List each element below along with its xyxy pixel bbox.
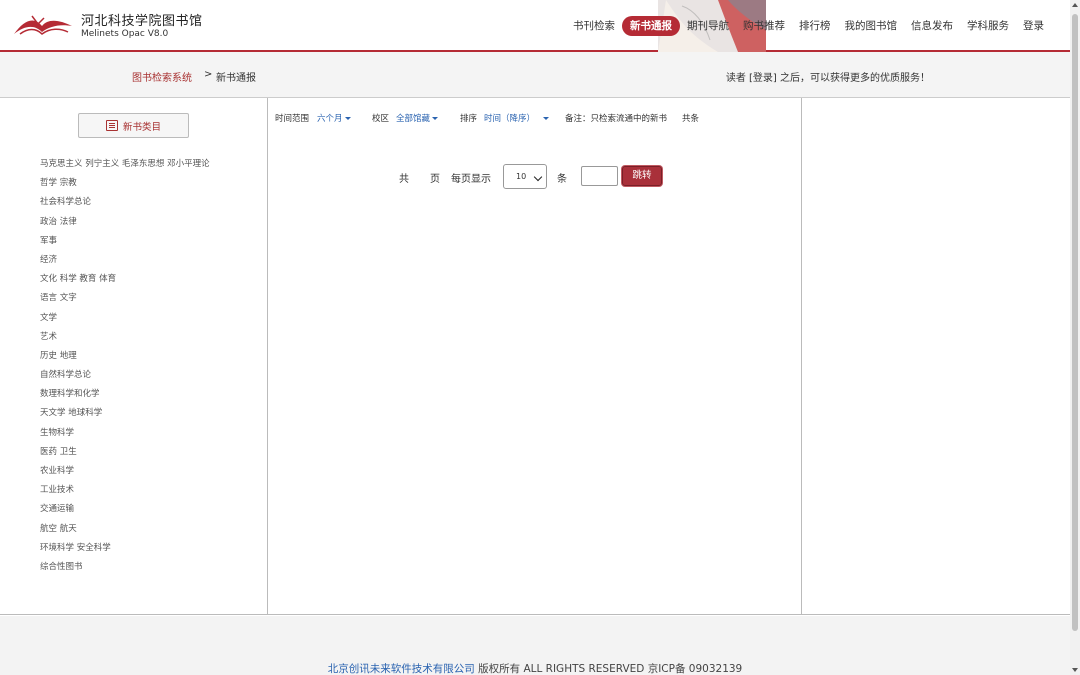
jump-page-input[interactable] [581, 166, 618, 186]
footer-company-link[interactable]: 北京创讯未来软件技术有限公司 [328, 663, 475, 675]
nav-book-search[interactable]: 书刊检索 [566, 16, 622, 36]
sort-dropdown[interactable]: 时间（降序） [484, 112, 550, 124]
category-item[interactable]: 交通运输 [40, 503, 210, 522]
category-item[interactable]: 生物科学 [40, 427, 210, 446]
category-item[interactable]: 社会科学总论 [40, 196, 210, 215]
result-count: 共条 [682, 114, 700, 124]
category-item[interactable]: 军事 [40, 235, 210, 254]
category-item[interactable]: 文学 [40, 312, 210, 331]
category-item[interactable]: 医药 卫生 [40, 446, 210, 465]
nav-subject-services[interactable]: 学科服务 [960, 16, 1016, 36]
per-page-select[interactable]: 10 [503, 164, 547, 189]
per-page-suffix: 条 [557, 174, 567, 185]
nav-my-library[interactable]: 我的图书馆 [838, 16, 905, 36]
main-nav: 书刊检索 新书通报 期刊导航 购书推荐 排行榜 我的图书馆 信息发布 学科服务 … [566, 16, 1051, 36]
library-logo-icon[interactable] [12, 12, 74, 38]
category-item[interactable]: 哲学 宗教 [40, 177, 210, 196]
library-subtitle: Melinets Opac V8.0 [81, 29, 169, 39]
time-range-value: 六个月 [317, 114, 343, 124]
nav-announcements[interactable]: 信息发布 [904, 16, 960, 36]
category-item[interactable]: 艺术 [40, 331, 210, 350]
nav-new-books[interactable]: 新书通报 [622, 16, 680, 36]
category-item[interactable]: 农业科学 [40, 465, 210, 484]
results-panel: 时间范围 六个月 校区 全部馆藏 排序 时间（降序） 备注：只检索流通中的新书 … [268, 98, 802, 615]
main-content: 新书类目 马克思主义 列宁主义 毛泽东思想 邓小平理论 哲学 宗教 社会科学总论… [0, 98, 1070, 615]
footer-copyright: 北京创讯未来软件技术有限公司 版权所有 ALL RIGHTS RESERVED … [0, 661, 1070, 675]
nav-login[interactable]: 登录 [1016, 16, 1051, 36]
scroll-down-arrow-icon[interactable] [1072, 668, 1078, 672]
footer: 北京创讯未来软件技术有限公司 版权所有 ALL RIGHTS RESERVED … [0, 616, 1070, 675]
breadcrumb-current: 新书通报 [216, 73, 256, 84]
category-item[interactable]: 马克思主义 列宁主义 毛泽东思想 邓小平理论 [40, 158, 210, 177]
campus-label: 校区 [372, 114, 390, 124]
category-item[interactable]: 环境科学 安全科学 [40, 542, 210, 561]
nav-purchase-recommend[interactable]: 购书推荐 [736, 16, 792, 36]
pager-pages-suffix: 页 [430, 174, 440, 185]
per-page-label: 每页显示 [451, 174, 491, 185]
category-item[interactable]: 航空 航天 [40, 523, 210, 542]
footer-rights: 版权所有 ALL RIGHTS RESERVED 京ICP备 09032139 [474, 663, 743, 675]
time-range-dropdown[interactable]: 六个月 [317, 112, 351, 124]
login-tip[interactable]: 读者 [登录] 之后，可以获得更多的优质服务！ [726, 69, 930, 84]
nav-journal-guide[interactable]: 期刊导航 [680, 16, 736, 36]
category-item[interactable]: 政治 法律 [40, 216, 210, 235]
new-book-categories-button[interactable]: 新书类目 [78, 113, 189, 138]
category-item[interactable]: 自然科学总论 [40, 369, 210, 388]
scroll-up-arrow-icon[interactable] [1072, 3, 1078, 7]
campus-dropdown[interactable]: 全部馆藏 [396, 112, 439, 124]
sort-value: 时间（降序） [484, 114, 536, 124]
campus-value: 全部馆藏 [396, 114, 431, 124]
category-item[interactable]: 综合性图书 [40, 561, 210, 580]
time-range-label: 时间范围 [275, 114, 310, 124]
breadcrumb-link-search-system[interactable]: 图书检索系统 [132, 69, 192, 84]
pager-total-prefix: 共 [399, 174, 409, 185]
breadcrumb-separator: > [204, 69, 213, 80]
header: 河北科技学院图书馆 Melinets Opac V8.0 书刊检索 新书通报 期… [0, 0, 1070, 52]
page-scrollbar[interactable] [1070, 0, 1080, 675]
pagination: 共 页 每页显示 10 条 跳转 [268, 164, 802, 190]
right-panel [802, 98, 1070, 615]
category-item[interactable]: 语言 文字 [40, 292, 210, 311]
nav-rankings[interactable]: 排行榜 [792, 16, 838, 36]
per-page-value: 10 [516, 172, 527, 181]
library-title: 河北科技学院图书馆 [81, 14, 203, 29]
category-sidebar: 新书类目 马克思主义 列宁主义 毛泽东思想 邓小平理论 哲学 宗教 社会科学总论… [0, 98, 268, 615]
category-item[interactable]: 数理科学和化学 [40, 388, 210, 407]
category-item[interactable]: 历史 地理 [40, 350, 210, 369]
category-item[interactable]: 经济 [40, 254, 210, 273]
caret-down-icon [543, 117, 550, 120]
new-book-categories-label: 新书类目 [122, 121, 161, 133]
sort-label: 排序 [460, 114, 478, 124]
jump-button[interactable]: 跳转 [622, 166, 662, 186]
breadcrumb: 图书检索系统 > 新书通报 读者 [登录] 之后，可以获得更多的优质服务！ [0, 52, 1070, 98]
list-icon [105, 120, 118, 131]
filter-note: 备注：只检索流通中的新书 [565, 114, 668, 124]
chevron-down-icon [533, 172, 543, 182]
caret-down-icon [432, 117, 439, 120]
category-item[interactable]: 天文学 地球科学 [40, 407, 210, 426]
category-item[interactable]: 文化 科学 教育 体育 [40, 273, 210, 292]
category-list: 马克思主义 列宁主义 毛泽东思想 邓小平理论 哲学 宗教 社会科学总论 政治 法… [40, 158, 210, 580]
category-item[interactable]: 工业技术 [40, 484, 210, 503]
caret-down-icon [344, 117, 351, 120]
scrollbar-thumb[interactable] [1072, 14, 1078, 631]
